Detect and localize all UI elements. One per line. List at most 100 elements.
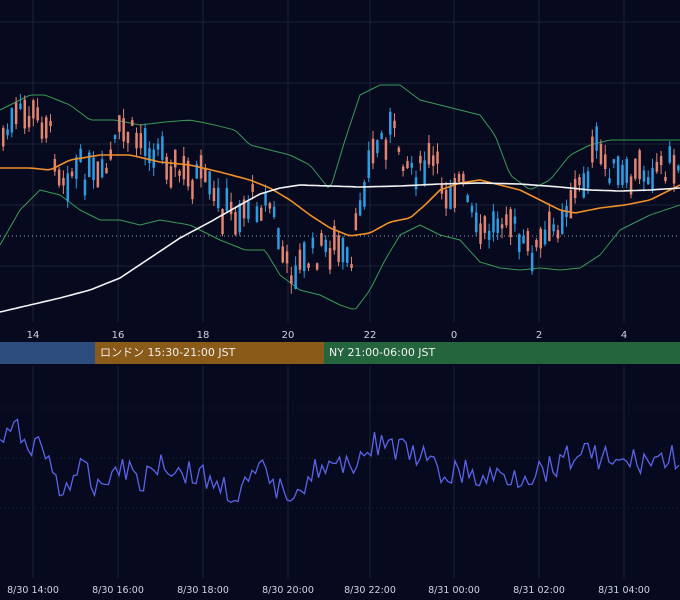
time-label-2: 8/30 18:00: [177, 585, 229, 596]
candle-body-84: [363, 181, 366, 207]
candle-body-30: [131, 120, 134, 126]
candle-body-62: [268, 203, 272, 209]
candle-body-106: [457, 173, 461, 182]
candle-body-49: [212, 188, 216, 202]
candle-body-116: [500, 224, 504, 229]
candle-body-128: [552, 224, 555, 232]
candle-body-79: [341, 238, 345, 263]
session-london: ロンドン 15:30-21:00 JST: [95, 342, 324, 364]
candle-body-69: [298, 249, 302, 270]
candle-body-82: [354, 213, 358, 231]
time-label-1: 8/30 16:00: [92, 585, 144, 596]
candle-body-59: [255, 206, 259, 223]
session-tokyo: [0, 342, 95, 364]
candle-body-155: [668, 146, 671, 163]
candle-body-15: [66, 173, 69, 202]
time-label-5: 8/31 00:00: [428, 585, 480, 596]
candle-body-78: [337, 235, 340, 262]
candle-body-37: [161, 136, 164, 160]
candle-body-9: [40, 122, 44, 139]
candle-body-140: [604, 154, 607, 169]
candle-body-144: [621, 164, 624, 185]
candle-body-18: [79, 148, 82, 163]
candle-body-72: [311, 237, 315, 249]
candle-body-66: [285, 251, 289, 264]
time-label-3: 8/30 20:00: [262, 585, 314, 596]
candle-body-26: [113, 134, 117, 139]
candle-body-35: [152, 149, 155, 168]
candle-body-104: [449, 185, 452, 209]
candle-body-57: [247, 201, 250, 220]
hour-tick-2: 18: [197, 330, 210, 341]
hour-tick-4: 22: [364, 330, 377, 341]
candle-body-153: [659, 155, 663, 166]
candle-body-150: [647, 177, 650, 185]
candle-body-27: [118, 115, 121, 132]
candle-body-75: [324, 239, 327, 252]
candle-body-99: [427, 142, 431, 165]
candle-body-114: [492, 211, 495, 233]
candle-body-123: [530, 252, 534, 272]
candle-body-88: [380, 132, 383, 140]
candle-body-94: [406, 160, 409, 169]
candle-body-23: [100, 159, 104, 178]
candle-body-121: [522, 236, 525, 244]
session-bar: ロンドン 15:30-21:00 JST NY 21:00-06:00 JST: [0, 342, 680, 364]
hour-tick-0: 14: [27, 330, 40, 341]
candle-body-61: [264, 192, 267, 206]
candle-body-12: [53, 158, 57, 172]
candle-body-2: [10, 108, 14, 133]
candle-body-113: [487, 230, 491, 240]
candle-body-148: [638, 150, 641, 180]
candle-body-132: [569, 190, 573, 219]
candle-body-76: [328, 248, 332, 270]
candle-body-58: [251, 184, 254, 192]
candle-body-19: [83, 179, 87, 196]
candle-body-146: [629, 176, 633, 195]
candle-body-136: [586, 171, 590, 189]
candle-body-151: [651, 167, 654, 190]
candle-body-1: [6, 129, 9, 136]
candle-body-44: [191, 180, 194, 200]
candle-body-135: [582, 173, 585, 198]
oscillator-series: [0, 418, 680, 504]
time-label-0: 8/30 14:00: [7, 585, 59, 596]
candle-body-0: [2, 127, 5, 147]
candle-body-17: [75, 157, 78, 179]
candle-body-67: [290, 275, 293, 284]
session-ny-label: NY 21:00-06:00 JST: [329, 346, 436, 359]
candle-body-122: [526, 231, 530, 252]
candle-body-129: [556, 230, 560, 239]
candle-body-141: [608, 178, 611, 184]
time-label-7: 8/31 04:00: [598, 585, 650, 596]
candle-body-96: [414, 177, 418, 190]
candle-body-60: [260, 207, 263, 221]
candle-body-42: [182, 156, 186, 180]
candle-body-32: [139, 133, 143, 149]
candle-body-63: [272, 206, 276, 217]
candle-body-89: [384, 139, 388, 160]
candle-body-139: [599, 143, 603, 165]
hour-tick-3: 20: [282, 330, 295, 341]
price-chart: 14 16 18 20 22 0 2 4: [0, 0, 680, 341]
session-ny: NY 21:00-06:00 JST: [324, 342, 680, 364]
candle-body-50: [217, 187, 220, 209]
candle-body-119: [513, 216, 517, 224]
hour-tick-6: 2: [536, 330, 542, 341]
candle-body-53: [229, 201, 233, 215]
candle-body-71: [307, 263, 310, 268]
candle-body-14: [62, 178, 65, 186]
candle-body-51: [221, 209, 224, 234]
candle-body-134: [578, 177, 581, 186]
candle-body-108: [466, 195, 469, 203]
oscillator-grid: [0, 366, 680, 578]
candle-body-125: [539, 228, 542, 249]
candle-body-101: [436, 151, 439, 164]
candle-body-130: [561, 210, 564, 234]
candle-body-137: [591, 136, 594, 163]
candle-body-107: [462, 173, 465, 182]
candle-body-109: [470, 205, 474, 213]
candle-body-81: [350, 263, 353, 268]
candle-body-6: [27, 116, 31, 128]
candle-body-55: [238, 203, 241, 233]
